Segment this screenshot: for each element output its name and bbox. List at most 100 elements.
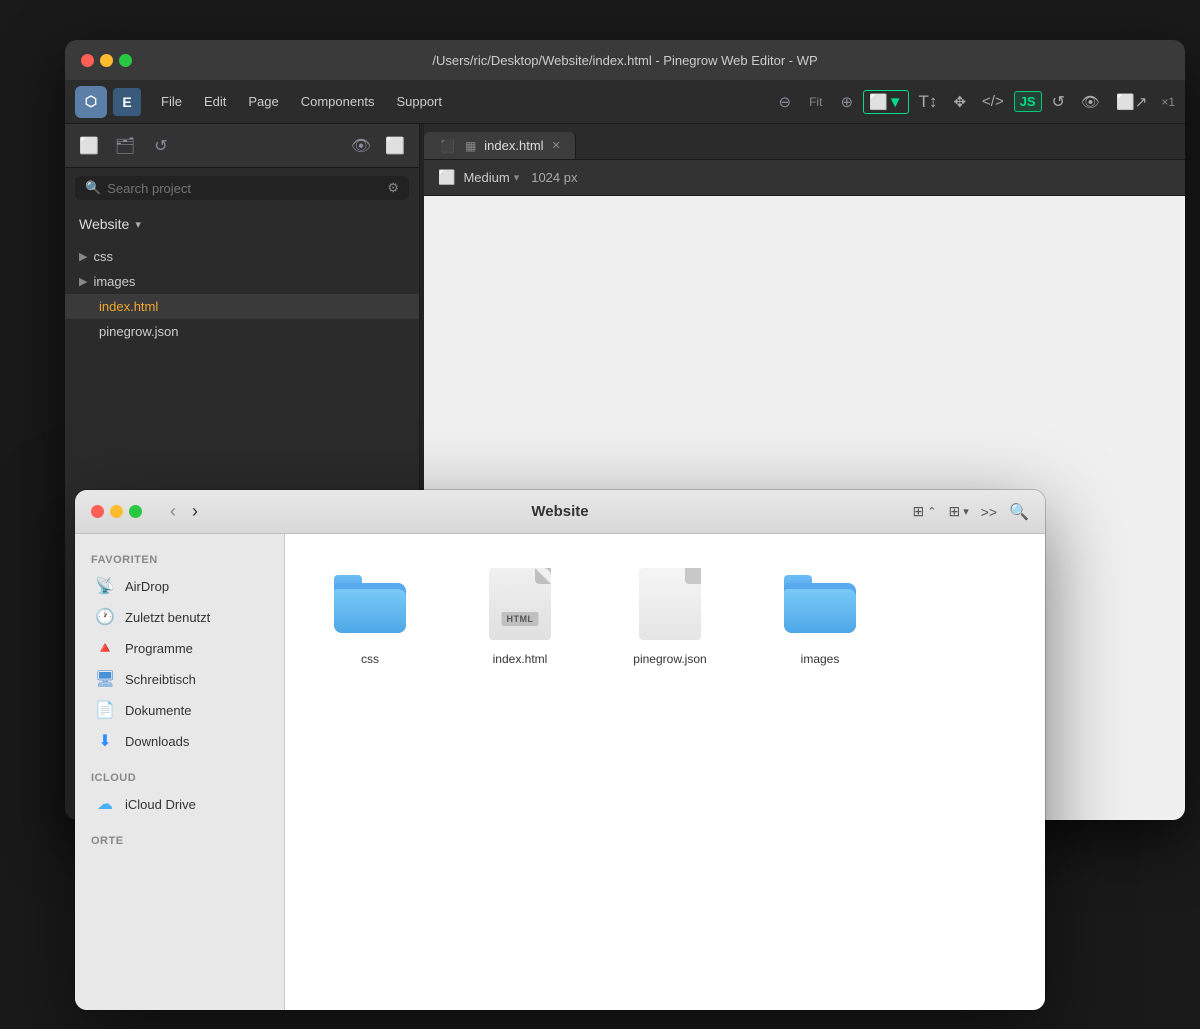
finder-index-html[interactable]: HTML index.html: [475, 564, 565, 668]
tab-split-h[interactable]: ⬛: [440, 139, 455, 153]
images-folder-name: images: [801, 652, 840, 668]
pinegrow-titlebar: /Users/ric/Desktop/Website/index.html - …: [65, 40, 1185, 80]
menu-support[interactable]: Support: [386, 90, 452, 113]
css-chevron: ▶: [79, 250, 87, 263]
apps-icon: 🔺: [95, 638, 115, 658]
menu-edit[interactable]: Edit: [194, 90, 236, 113]
finder-maximize-btn[interactable]: [129, 505, 142, 518]
filter-icon[interactable]: ⚙: [387, 180, 399, 196]
sidebar-apps[interactable]: 🔺 Programme: [79, 633, 280, 663]
more-options-btn[interactable]: >>: [981, 504, 997, 520]
sidebar-icon-3[interactable]: ↺: [147, 132, 175, 160]
sidebar-icon-1[interactable]: ⬜: [75, 132, 103, 160]
cursor-btn[interactable]: ✥: [947, 89, 972, 115]
fit-btn[interactable]: Fit: [801, 91, 830, 113]
grid-chevron: ⌃: [927, 505, 936, 518]
finder-search-btn[interactable]: 🔍: [1009, 502, 1029, 522]
finder-toolbar-right: ⊞ ⌃ ⊞ ▾ >> 🔍: [913, 502, 1030, 522]
sidebar-airdrop[interactable]: 📡 AirDrop: [79, 571, 280, 601]
finder-close-btn[interactable]: [91, 505, 104, 518]
minimize-button[interactable]: [100, 54, 113, 67]
eye-icon[interactable]: 👁: [347, 132, 375, 160]
tree-pinegrow-json[interactable]: pinegrow.json: [65, 319, 419, 344]
recent-label: Zuletzt benutzt: [125, 610, 210, 625]
menu-page[interactable]: Page: [238, 90, 288, 113]
project-header[interactable]: Website ▾: [65, 208, 419, 240]
refresh-btn[interactable]: ↺: [1046, 88, 1071, 116]
search-bar: 🔍 ⚙: [75, 176, 409, 200]
sidebar-downloads[interactable]: ⬇ Downloads: [79, 726, 280, 756]
tree-css[interactable]: ▶ css: [65, 244, 419, 269]
view-list-btn[interactable]: ⊞ ▾: [948, 503, 968, 520]
toolbar-right: ⊖ Fit ⊕ ⬜▼ T↕ ✥ </> JS ↺ 👁 ⬜↗ ×1: [773, 88, 1175, 116]
sidebar-desktop[interactable]: 🖥 Schreibtisch: [79, 664, 280, 694]
images-folder-shape: [784, 575, 856, 633]
menu-components[interactable]: Components: [291, 90, 385, 113]
css-folder-name: css: [361, 652, 379, 668]
sidebar-icon-2[interactable]: 🗂: [111, 132, 139, 160]
desktop-icon: 🖥: [95, 669, 115, 689]
sidebar-recent[interactable]: 🕐 Zuletzt benutzt: [79, 602, 280, 632]
html-file-corner: [535, 568, 551, 584]
docs-label: Dokumente: [125, 703, 191, 718]
index-html-label: index.html: [99, 299, 158, 314]
project-name: Website: [79, 216, 129, 232]
window-title: /Users/ric/Desktop/Website/index.html - …: [432, 53, 817, 68]
zoom-out-btn[interactable]: ⊖: [773, 89, 798, 115]
text-btn[interactable]: T↕: [913, 88, 944, 116]
js-btn[interactable]: JS: [1014, 91, 1042, 112]
tab-split-v[interactable]: ▦: [465, 139, 476, 153]
orte-header: Orte: [75, 827, 284, 851]
export-btn[interactable]: ⬜↗: [1110, 89, 1153, 115]
images-folder-icon: [780, 564, 860, 644]
finder-pinegrow-json[interactable]: pinegrow.json: [625, 564, 715, 668]
tab-index-html[interactable]: ⬛ ▦ index.html ✕: [424, 132, 576, 159]
finder-minimize-btn[interactable]: [110, 505, 123, 518]
finder-css-folder[interactable]: css: [325, 564, 415, 668]
viewport-arrow: ▾: [514, 171, 520, 184]
view-grid-btn[interactable]: ⊞ ⌃: [913, 503, 937, 520]
editor-toggle[interactable]: E: [113, 88, 141, 116]
tab-close-btn[interactable]: ✕: [552, 139, 561, 152]
finder-titlebar: ‹ › Website ⊞ ⌃ ⊞ ▾ >> 🔍: [75, 490, 1045, 534]
airdrop-label: AirDrop: [125, 579, 169, 594]
finder-images-folder[interactable]: images: [775, 564, 865, 668]
icloud-icon: ☁: [95, 794, 115, 814]
layout-btn[interactable]: ⬜▼: [863, 90, 909, 114]
viewport-selector[interactable]: ⬜ Medium ▾ 1024 px: [438, 169, 577, 186]
images-chevron: ▶: [79, 275, 87, 288]
finder-traffic-lights: [91, 505, 142, 518]
viewport-icon: ⬜: [438, 169, 455, 186]
html-file-icon-wrapper: HTML: [480, 564, 560, 644]
traffic-lights: [81, 54, 132, 67]
html-badge: HTML: [502, 612, 539, 626]
window-icon[interactable]: ⬜: [381, 132, 409, 160]
finder-back-btn[interactable]: ‹: [166, 499, 180, 524]
icloud-header: iCloud: [75, 764, 284, 788]
sidebar-toolbar: ⬜ 🗂 ↺ 👁 ⬜: [65, 124, 419, 168]
docs-icon: 📄: [95, 700, 115, 720]
tree-index-html[interactable]: index.html: [65, 294, 419, 319]
desktop-label: Schreibtisch: [125, 672, 196, 687]
css-label: css: [93, 249, 113, 264]
tab-label: index.html: [484, 138, 543, 153]
menu-file[interactable]: File: [151, 90, 192, 113]
scale-label: ×1: [1161, 95, 1175, 109]
finder-window: ‹ › Website ⊞ ⌃ ⊞ ▾ >> 🔍 Favoriten 📡 Air…: [75, 490, 1045, 1010]
finder-main: css HTML index.html: [285, 534, 1045, 1010]
maximize-button[interactable]: [119, 54, 132, 67]
images-label: images: [93, 274, 135, 289]
main-toolbar: ⬡ E File Edit Page Components Support ⊖ …: [65, 80, 1185, 124]
preview-btn[interactable]: 👁: [1075, 89, 1106, 115]
code-btn[interactable]: </>: [976, 89, 1010, 114]
search-icon: 🔍: [85, 180, 101, 196]
zoom-in-btn[interactable]: ⊕: [834, 89, 859, 115]
finder-forward-btn[interactable]: ›: [188, 499, 202, 524]
sidebar-icloud[interactable]: ☁ iCloud Drive: [79, 789, 280, 819]
search-input[interactable]: [107, 181, 381, 196]
airdrop-icon: 📡: [95, 576, 115, 596]
close-button[interactable]: [81, 54, 94, 67]
pinegrow-logo[interactable]: ⬡: [75, 86, 107, 118]
sidebar-docs[interactable]: 📄 Dokumente: [79, 695, 280, 725]
tree-images[interactable]: ▶ images: [65, 269, 419, 294]
